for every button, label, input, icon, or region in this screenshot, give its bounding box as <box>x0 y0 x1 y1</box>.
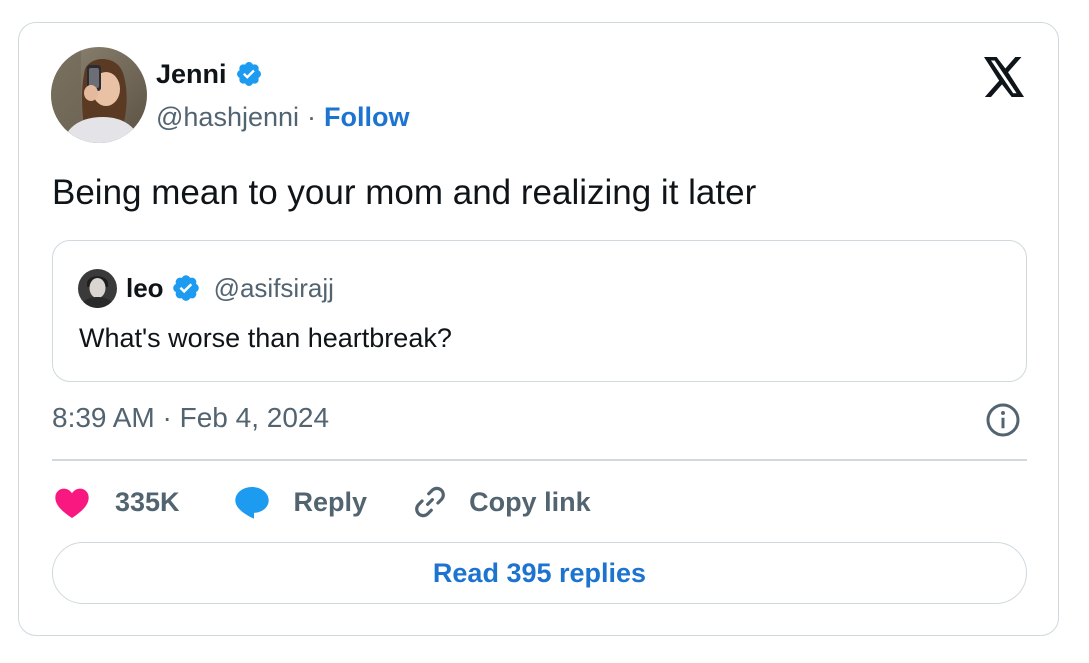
author-handle-row: @hashjenni · Follow <box>156 100 410 134</box>
author-name-row[interactable]: Jenni <box>156 58 263 90</box>
copy-link-button[interactable]: Copy link <box>411 483 591 521</box>
reply-button[interactable]: Reply <box>232 482 368 522</box>
author-name[interactable]: Jenni <box>156 58 227 90</box>
verified-badge-icon <box>172 275 199 301</box>
read-replies-button[interactable]: Read 395 replies <box>52 542 1027 604</box>
reply-label: Reply <box>293 486 368 517</box>
action-bar: 335K Reply Copy link <box>52 480 591 524</box>
link-icon <box>415 486 445 518</box>
tweet-timestamp[interactable]: 8:39 AM · Feb 4, 2024 <box>52 400 329 436</box>
read-replies-label: Read 395 replies <box>432 557 647 588</box>
separator-dot: · <box>307 102 317 132</box>
follow-button[interactable]: Follow <box>324 100 409 134</box>
speech-bubble-icon <box>234 487 269 519</box>
verified-badge-icon <box>236 62 261 86</box>
author-handle[interactable]: @hashjenni <box>156 100 299 134</box>
quoted-author-avatar[interactable] <box>78 269 117 308</box>
tweet-text: Being mean to your mom and realizing it … <box>52 173 757 212</box>
quoted-author-name[interactable]: leo <box>126 271 164 305</box>
copy-link-label: Copy link <box>469 486 591 517</box>
quoted-author-row[interactable]: leo @asifsirajj <box>126 271 334 305</box>
heart-icon <box>55 488 89 518</box>
info-icon[interactable] <box>985 402 1021 438</box>
divider <box>52 459 1027 461</box>
quoted-tweet-text: What's worse than heartbreak? <box>79 323 452 353</box>
x-logo-icon[interactable] <box>982 57 1026 97</box>
quoted-tweet[interactable]: leo @asifsirajj What's worse than heartb… <box>52 240 1027 382</box>
author-avatar[interactable] <box>51 47 147 143</box>
quoted-author-handle[interactable]: @asifsirajj <box>214 271 334 305</box>
like-count: 335K <box>115 486 180 517</box>
like-button[interactable]: 335K <box>52 482 180 522</box>
